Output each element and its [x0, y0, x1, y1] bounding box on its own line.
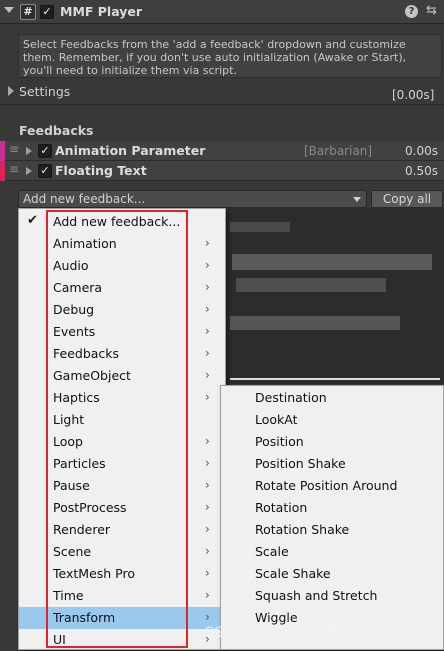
chevron-right-icon: ›: [205, 566, 210, 580]
chevron-right-icon: ›: [205, 302, 210, 316]
add-feedback-dropdown-label: Add new feedback...: [23, 192, 146, 206]
drag-handle-icon[interactable]: ≡: [9, 162, 19, 176]
chevron-right-icon: ›: [205, 522, 210, 536]
annotation-highlight-box: [46, 210, 188, 648]
chevron-right-icon: ›: [205, 236, 210, 250]
chevron-right-icon: ›: [205, 544, 210, 558]
chevron-right-icon: ›: [205, 280, 210, 294]
chevron-right-icon: ›: [205, 390, 210, 404]
settings-foldout-arrow-icon[interactable]: [8, 86, 14, 96]
add-feedback-dropdown[interactable]: Add new feedback...: [18, 190, 367, 208]
chevron-right-icon: ›: [205, 588, 210, 602]
collapse-triangle-icon[interactable]: [4, 7, 14, 13]
help-box: Select Feedbacks from the 'add a feedbac…: [18, 34, 442, 78]
feedback-row-animation-parameter[interactable]: ≡ ✓ Animation Parameter [Barbarian] 0.00…: [0, 141, 444, 161]
feedback-color-strip: [0, 141, 5, 161]
settings-total-duration: [0.00s]: [392, 88, 435, 102]
component-title: MMF Player: [60, 4, 143, 19]
submenu-item-position-shake[interactable]: Position Shake: [221, 453, 443, 475]
submenu-item-position[interactable]: Position: [221, 431, 443, 453]
chevron-right-icon: ›: [205, 324, 210, 338]
drag-handle-icon[interactable]: ≡: [9, 142, 19, 156]
submenu-item-scale[interactable]: Scale: [221, 541, 443, 563]
chevron-right-icon: ›: [205, 368, 210, 382]
foldout-arrow-icon[interactable]: [26, 147, 32, 155]
chevron-right-icon: ›: [205, 346, 210, 360]
transform-submenu: Destination LookAt Position Position Sha…: [220, 385, 444, 650]
copy-all-button[interactable]: Copy all: [371, 190, 443, 208]
submenu-item-rotation-shake[interactable]: Rotation Shake: [221, 519, 443, 541]
feedback-row-floating-text[interactable]: ≡ ✓ Floating Text 0.50s: [0, 161, 444, 181]
chevron-right-icon: ›: [205, 456, 210, 470]
obscured-panel: [222, 208, 444, 384]
help-icon[interactable]: ?: [405, 5, 418, 18]
chevron-right-icon: ›: [205, 500, 210, 514]
submenu-item-rotate-position-around[interactable]: Rotate Position Around: [221, 475, 443, 497]
chevron-right-icon: ›: [205, 258, 210, 272]
feedback-name: Floating Text: [55, 163, 147, 178]
submenu-item-squash-and-stretch[interactable]: Squash and Stretch: [221, 585, 443, 607]
chevron-right-icon: ›: [205, 478, 210, 492]
settings-foldout-label[interactable]: Settings: [19, 84, 70, 99]
feedback-name: Animation Parameter: [55, 143, 206, 158]
component-settings-icon[interactable]: ⇆: [426, 3, 437, 18]
feedback-duration: 0.50s: [405, 164, 438, 178]
submenu-item-scale-shake[interactable]: Scale Shake: [221, 563, 443, 585]
component-enabled-checkbox[interactable]: ✓: [40, 5, 54, 19]
chevron-right-icon: ›: [205, 434, 210, 448]
feedback-target-label: [Barbarian]: [304, 144, 373, 158]
watermark-text: CSDN @呆呆敲代码的小Y: [204, 625, 376, 641]
submenu-item-destination[interactable]: Destination: [221, 387, 443, 409]
component-header: # ✓ MMF Player ? ⇆: [0, 0, 444, 24]
feedback-enabled-checkbox[interactable]: ✓: [38, 164, 52, 178]
submenu-item-rotation[interactable]: Rotation: [221, 497, 443, 519]
foldout-arrow-icon[interactable]: [26, 167, 32, 175]
feedback-duration: 0.00s: [405, 144, 438, 158]
feedbacks-section-title: Feedbacks: [19, 123, 94, 138]
feedback-enabled-checkbox[interactable]: ✓: [38, 144, 52, 158]
script-hash-icon: #: [20, 4, 36, 20]
submenu-item-lookat[interactable]: LookAt: [221, 409, 443, 431]
dropdown-caret-icon: [353, 197, 361, 202]
divider: [0, 104, 444, 105]
checkmark-icon: ✔: [27, 213, 38, 228]
feedback-color-strip: [0, 161, 5, 181]
